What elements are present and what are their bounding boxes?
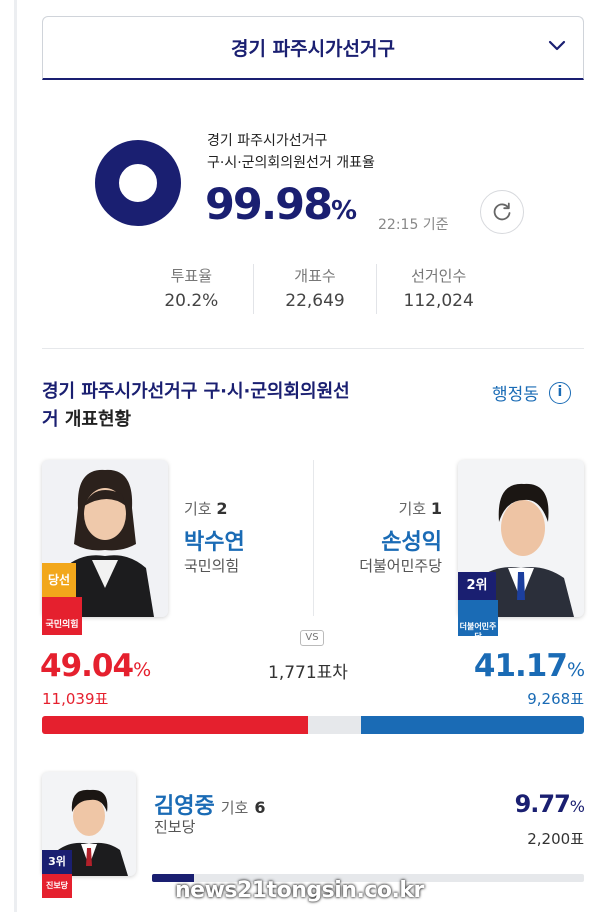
section-title-line1: 경기 파주시가선거구 구·시·군의회의원선	[42, 381, 350, 402]
third-percentage: 9.77%	[514, 790, 585, 818]
stat-turnout: 투표율 20.2%	[130, 264, 253, 314]
stat-value: 22,649	[285, 291, 345, 311]
section-title: 경기 파주시가선거구 구·시·군의회의원선 거 개표현황	[42, 378, 442, 434]
number-label: 기호	[184, 500, 212, 518]
rate-election: 구·시·군의회의원선거 개표율	[207, 155, 375, 171]
third-votes: 2,200표	[527, 830, 584, 848]
rank-badge-right: 2위	[458, 572, 496, 600]
rate-title: 경기 파주시가선거구 구·시·군의회의원선거 개표율	[207, 130, 375, 174]
candidate-party-third: 진보당	[154, 818, 196, 836]
candidate-party-left: 국민의힘	[184, 557, 240, 575]
party-badge-third: 진보당	[42, 874, 72, 898]
candidate-party-right: 더불어민주당	[359, 557, 442, 575]
section-title-line2-a: 거	[42, 409, 59, 430]
party-badge-left: 국민의힘	[42, 597, 82, 635]
right-votes: 9,268표	[527, 690, 584, 708]
percentage-unit: %	[566, 659, 585, 681]
candidate-name-left[interactable]: 박수연	[184, 524, 245, 556]
count-rate-donut	[95, 140, 181, 226]
rank-badge-third: 3위	[42, 850, 72, 874]
percentage-value: 9.77	[514, 790, 571, 818]
stat-electorate: 선거인수 112,024	[376, 264, 500, 314]
number-value: 2	[216, 499, 228, 518]
candidate-number-left: 기호 2	[184, 498, 228, 519]
count-rate: 99.98%	[205, 180, 357, 230]
stat-value: 20.2%	[164, 291, 219, 311]
stat-counted: 개표수 22,649	[252, 264, 377, 314]
district-dropdown-label: 경기 파주시가선거구	[231, 38, 395, 60]
number-value: 6	[254, 798, 266, 817]
stat-value: 112,024	[403, 291, 474, 311]
section-title-suffix: 개표현황	[58, 409, 132, 430]
percentage-value: 41.17	[473, 648, 568, 684]
candidate-divider	[313, 460, 314, 616]
divider	[42, 348, 584, 349]
update-time: 22:15 기준	[378, 217, 449, 233]
left-votes: 11,039표	[42, 690, 109, 708]
candidate-number-right: 기호 1	[398, 498, 442, 519]
section-title-line2: 거 개표현황	[42, 406, 442, 434]
region-link-label: 행정동	[492, 385, 539, 405]
vs-label: VS	[300, 630, 324, 646]
number-label: 기호	[398, 500, 427, 518]
chevron-down-icon	[548, 40, 566, 51]
number-label: 기호	[220, 799, 249, 817]
stat-label: 투표율	[170, 267, 213, 285]
stat-label: 선거인수	[411, 267, 467, 285]
refresh-button[interactable]	[480, 190, 524, 234]
left-border	[14, 0, 17, 912]
refresh-icon	[493, 202, 511, 221]
party-badge-right: 더불어민주당	[458, 600, 498, 641]
stat-label: 개표수	[294, 267, 336, 285]
vote-share-bar	[42, 716, 584, 734]
count-rate-value: 99.98	[205, 180, 333, 230]
vote-share-right	[360, 716, 584, 734]
watermark: news21tongsin.co.kr	[175, 878, 424, 903]
rate-region: 경기 파주시가선거구	[207, 133, 328, 149]
percentage-value: 49.04	[40, 648, 134, 684]
percentage-unit: %	[133, 659, 151, 681]
number-value: 1	[430, 499, 442, 518]
vote-difference: 1,771표차	[268, 663, 348, 683]
count-rate-unit: %	[331, 196, 358, 226]
left-percentage: 49.04%	[40, 648, 151, 684]
info-icon[interactable]: i	[548, 381, 571, 404]
district-dropdown[interactable]: 경기 파주시가선거구	[42, 16, 584, 80]
elected-badge: 당선	[42, 563, 76, 597]
stats-row: 투표율 20.2% 개표수 22,649 선거인수 112,024	[130, 264, 500, 314]
candidate-name-right[interactable]: 손성익	[381, 524, 442, 556]
right-percentage: 41.17%	[473, 648, 585, 684]
percentage-unit: %	[569, 797, 585, 816]
region-link[interactable]: 행정동 i	[492, 380, 571, 405]
vote-share-left	[42, 716, 308, 734]
